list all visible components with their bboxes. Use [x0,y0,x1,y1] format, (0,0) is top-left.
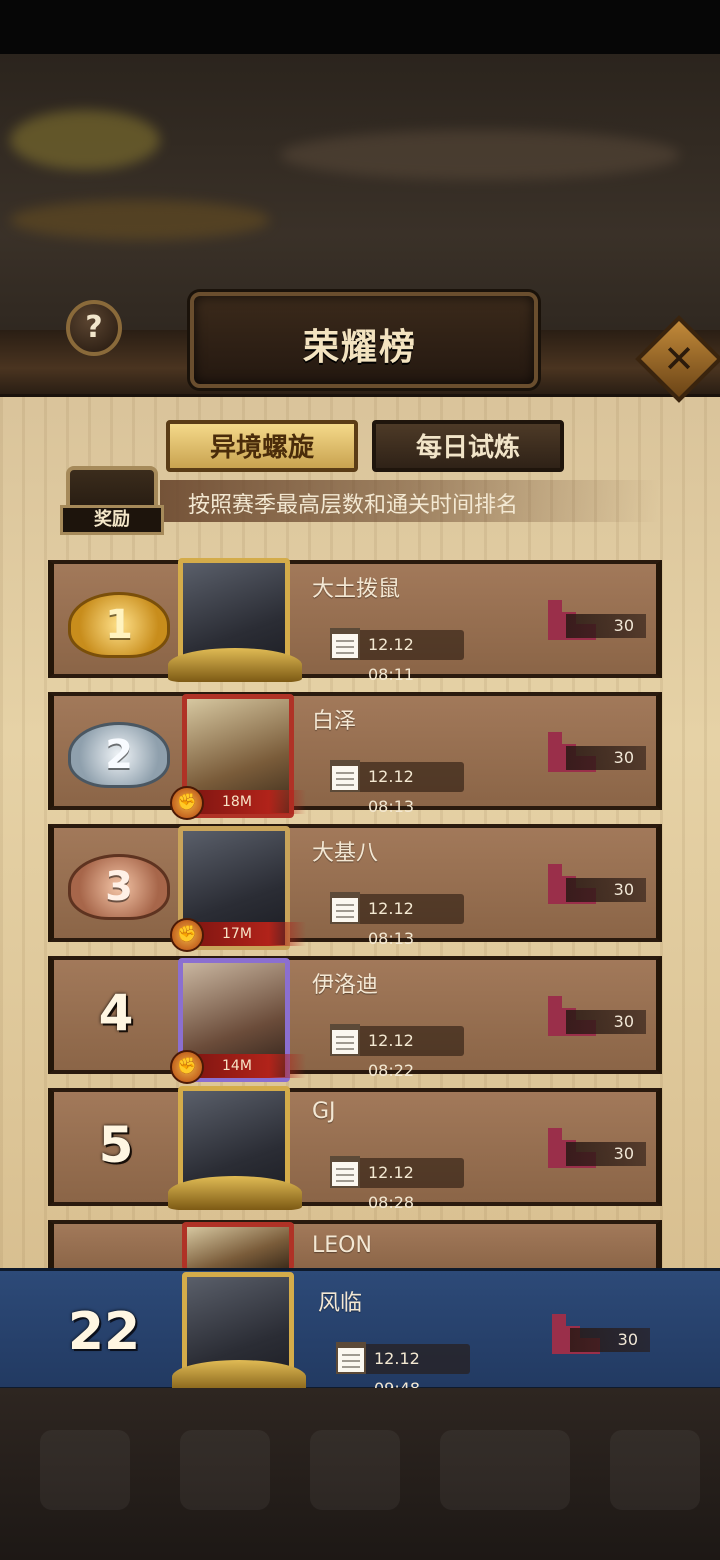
my-player-name: 风临 [318,1291,363,1316]
player-name: 白泽 [312,709,357,734]
reward-button-label[interactable]: 奖励 [60,505,164,535]
background-blob [10,200,270,240]
fist-icon: ✊ [170,918,204,952]
nav-blob [40,1430,130,1510]
calendar-icon [330,892,360,924]
question-mark-icon: ? [85,310,103,345]
rank-number: 4 [98,984,134,1042]
nav-blob [180,1430,270,1510]
player-name: LEON [312,1233,372,1258]
background-blob [280,130,680,180]
rank-number: 5 [98,1116,134,1174]
nav-blob [610,1430,700,1510]
avatar-crest-icon [168,1176,302,1210]
ranking-rule-text: 按照赛季最高层数和通关时间排名 [188,493,519,518]
floor-count: 30 [566,1010,646,1034]
avatar-crest-icon [168,648,302,682]
page-title: 荣耀榜 [302,327,417,368]
calendar-icon [330,1024,360,1056]
calendar-icon [330,760,360,792]
bronze-medal-icon: 3 [68,854,170,920]
nav-blob [440,1430,570,1510]
calendar-icon [330,1156,360,1188]
calendar-icon [330,628,360,660]
floor-count: 30 [566,746,646,770]
player-name: GJ [312,1099,336,1124]
nav-blob [310,1430,400,1510]
help-button[interactable]: ? [66,300,122,356]
floor-count: 30 [566,614,646,638]
fist-icon: ✊ [170,1050,204,1084]
tab-daily-trial[interactable]: 每日试炼 [372,420,564,472]
close-icon[interactable]: ✕ [648,328,710,390]
player-name: 大土拨鼠 [312,577,401,602]
fist-icon: ✊ [170,786,204,820]
avatar[interactable] [182,1222,294,1270]
background-blob [10,110,160,170]
floor-count: 30 [566,1142,646,1166]
player-name: 伊洛迪 [312,973,379,998]
silver-medal-icon: 2 [68,722,170,788]
tab-spiral[interactable]: 异境螺旋 [166,420,358,472]
player-name: 大基八 [312,841,379,866]
my-floor-count: 30 [570,1328,650,1352]
my-rank-number: 22 [67,1302,141,1362]
status-bar [0,0,720,54]
calendar-icon [336,1342,366,1374]
floor-count: 30 [566,878,646,902]
gold-medal-icon: 1 [68,592,170,658]
